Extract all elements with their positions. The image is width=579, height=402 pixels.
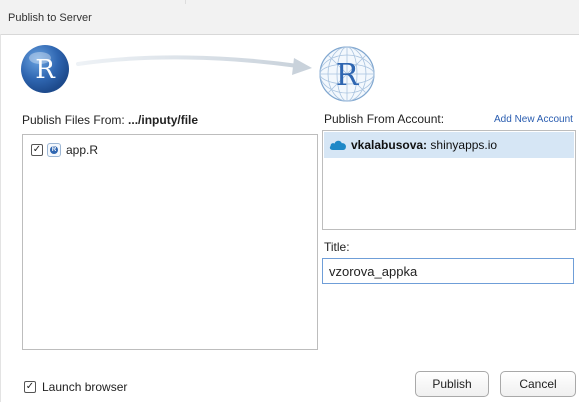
r-file-icon: R bbox=[47, 143, 61, 157]
launch-browser-label: Launch browser bbox=[42, 380, 128, 394]
publish-files-from-label: Publish Files From: .../inputy/file bbox=[22, 113, 198, 127]
dialog-title: Publish to Server bbox=[8, 12, 92, 24]
dialog-left-edge bbox=[0, 34, 1, 402]
file-list-item[interactable]: ✓ R app.R bbox=[31, 141, 98, 159]
accounts-list[interactable]: vkalabusova: shinyapps.io bbox=[322, 130, 576, 230]
shinyapps-globe-icon: R bbox=[319, 46, 375, 102]
file-name: app.R bbox=[66, 143, 99, 157]
launch-browser-checkbox[interactable]: ✓ bbox=[24, 381, 36, 393]
dialog-titlebar: Publish to Server bbox=[0, 0, 579, 35]
add-new-account-link[interactable]: Add New Account bbox=[494, 114, 573, 125]
background-divider bbox=[185, 0, 186, 4]
account-list-item[interactable]: vkalabusova: shinyapps.io bbox=[324, 132, 574, 158]
title-input[interactable] bbox=[322, 258, 574, 284]
account-user: vkalabusova: bbox=[351, 138, 428, 152]
publish-files-path: .../inputy/file bbox=[128, 113, 199, 127]
file-checkbox[interactable]: ✓ bbox=[31, 144, 43, 156]
cloud-icon bbox=[329, 140, 346, 150]
title-label: Title: bbox=[324, 240, 350, 254]
r-logo-icon: R bbox=[21, 45, 69, 93]
publish-button[interactable]: Publish bbox=[415, 371, 489, 397]
files-list[interactable]: ✓ R app.R bbox=[22, 134, 318, 350]
publish-files-from-prefix: Publish Files From: bbox=[22, 113, 125, 127]
account-server: shinyapps.io bbox=[430, 138, 498, 152]
svg-text:R: R bbox=[336, 58, 360, 93]
publish-arrow-icon bbox=[76, 55, 312, 75]
launch-browser-option[interactable]: ✓ Launch browser bbox=[24, 380, 127, 394]
publish-from-account-label: Publish From Account: bbox=[324, 112, 445, 126]
account-label: vkalabusova: shinyapps.io bbox=[351, 138, 497, 152]
svg-text:R: R bbox=[35, 55, 56, 85]
cancel-button[interactable]: Cancel bbox=[500, 371, 576, 397]
